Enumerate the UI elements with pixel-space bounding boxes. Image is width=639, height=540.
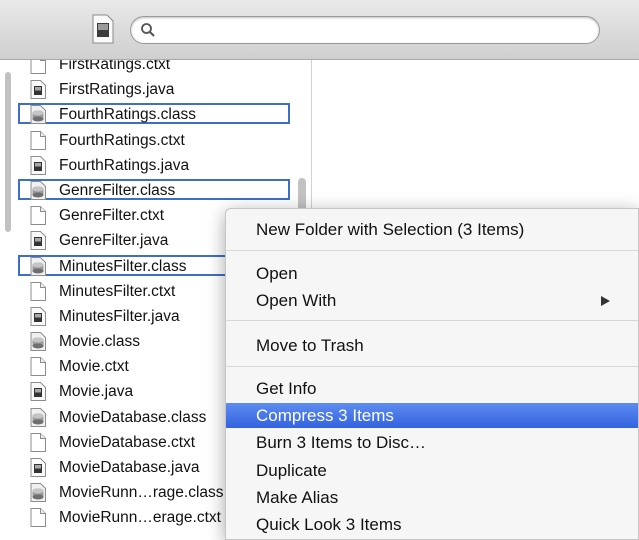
menu-separator — [226, 250, 638, 251]
file-name: FirstRatings.java — [59, 81, 175, 99]
file-row[interactable]: FourthRatings.class — [0, 102, 300, 127]
left-scrollbar[interactable] — [5, 72, 11, 232]
file-name: GenreFilter.class — [59, 181, 176, 199]
class-file-icon — [30, 332, 46, 352]
search-input[interactable] — [161, 20, 585, 42]
file-name: MovieRunn…erage.ctxt — [59, 509, 221, 527]
java-file-icon — [30, 458, 46, 477]
file-name: GenreFilter.ctxt — [59, 207, 165, 225]
file-name: MinutesFilter.class — [59, 257, 187, 275]
java-file-icon — [30, 231, 46, 251]
menu-item-open-with-label: Open With — [256, 291, 337, 310]
document-file-icon — [30, 60, 46, 74]
file-row[interactable]: GenreFilter.class — [0, 178, 300, 203]
file-name: MovieDatabase.ctxt — [59, 433, 196, 451]
class-file-icon — [30, 180, 46, 200]
search-field[interactable] — [130, 16, 600, 44]
file-row[interactable]: FirstRatings.ctxt — [0, 60, 300, 77]
file-row[interactable]: FourthRatings.ctxt — [0, 128, 300, 153]
document-file-icon — [30, 432, 46, 452]
class-file-icon — [30, 483, 46, 503]
java-file-icon — [30, 80, 46, 100]
menu-item-get-info[interactable]: Get Info — [226, 376, 638, 401]
java-file-icon — [30, 155, 46, 175]
menu-item-open-with[interactable]: Open With — [226, 288, 638, 313]
file-name: MovieDatabase.java — [59, 459, 200, 476]
menu-separator — [226, 366, 638, 367]
file-name: Movie.class — [59, 333, 140, 351]
java-file-icon — [30, 382, 46, 402]
menu-item-quick-look[interactable]: Quick Look 3 Items — [226, 512, 638, 537]
menu-item-compress[interactable]: Compress 3 Items — [226, 403, 638, 428]
class-file-icon — [30, 256, 46, 276]
menu-item-make-alias[interactable]: Make Alias — [226, 485, 638, 510]
document-file-icon — [30, 357, 46, 377]
file-name: GenreFilter.java — [59, 232, 169, 250]
menu-item-open[interactable]: Open — [226, 261, 638, 286]
menu-item-burn-to-disc[interactable]: Burn 3 Items to Disc… — [226, 430, 638, 455]
file-row[interactable]: FourthRatings.java — [0, 153, 300, 178]
menu-separator — [226, 320, 638, 321]
file-name: FourthRatings.java — [59, 156, 190, 174]
file-name: Movie.ctxt — [59, 358, 129, 376]
file-name: Movie.java — [59, 383, 134, 401]
file-name: MinutesFilter.java — [59, 307, 180, 325]
search-icon — [141, 23, 155, 37]
menu-item-new-folder-with-selection[interactable]: New Folder with Selection (3 Items) — [226, 217, 638, 242]
toolbar — [0, 0, 639, 60]
menu-item-move-to-trash[interactable]: Move to Trash — [226, 333, 638, 358]
document-file-icon — [30, 508, 46, 528]
file-name: MovieDatabase.class — [59, 408, 207, 426]
file-row[interactable]: FirstRatings.java — [0, 77, 300, 102]
document-file-icon — [30, 130, 46, 150]
java-file-icon[interactable] — [92, 14, 114, 44]
document-file-icon — [30, 206, 46, 226]
class-file-icon — [30, 407, 46, 427]
file-name: MovieRunn…rage.class — [59, 484, 224, 502]
submenu-arrow-icon — [601, 296, 610, 306]
file-name: MinutesFilter.ctxt — [59, 282, 176, 300]
file-name: FourthRatings.class — [59, 106, 196, 124]
menu-item-duplicate[interactable]: Duplicate — [226, 458, 638, 483]
file-name: FourthRatings.ctxt — [59, 131, 185, 149]
class-file-icon — [30, 105, 46, 125]
file-name: FirstRatings.ctxt — [59, 60, 171, 73]
java-file-icon — [30, 306, 46, 326]
context-menu: New Folder with Selection (3 Items) Open… — [225, 208, 639, 540]
document-file-icon — [30, 281, 46, 301]
